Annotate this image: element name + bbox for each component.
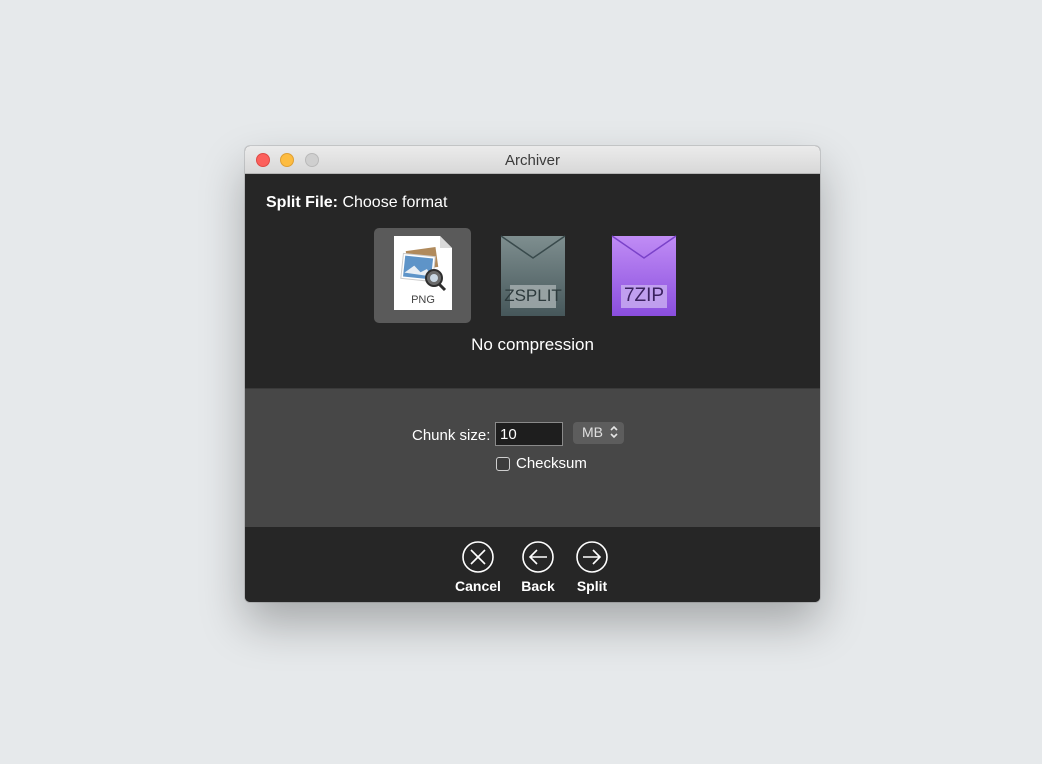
checksum-checkbox[interactable] xyxy=(496,457,510,471)
archiver-window: Archiver Split File: Choose format PNG Z… xyxy=(245,146,820,602)
forward-arrow-icon xyxy=(576,541,608,573)
format-label-7zip: 7ZIP xyxy=(623,285,665,306)
chunk-size-label: Chunk size: xyxy=(412,427,491,444)
format-option-7zip[interactable]: 7ZIP xyxy=(596,228,693,323)
png-file-icon xyxy=(394,236,452,310)
chunk-size-input[interactable] xyxy=(495,422,563,446)
cancel-button[interactable]: Cancel xyxy=(450,541,506,597)
checksum-label[interactable]: Checksum xyxy=(516,455,587,472)
page-title-text: Choose format xyxy=(342,194,448,211)
back-arrow-icon xyxy=(522,541,554,573)
back-button[interactable]: Back xyxy=(510,541,566,597)
page-title: Split File: Choose format xyxy=(266,194,447,212)
cancel-label: Cancel xyxy=(455,578,501,594)
format-option-png[interactable]: PNG xyxy=(374,228,471,323)
format-description: No compression xyxy=(471,335,594,354)
format-label-png: PNG xyxy=(411,294,435,306)
options-panel: Chunk size: MB Checksum xyxy=(245,388,820,527)
title-bar[interactable]: Archiver xyxy=(245,146,820,174)
split-button[interactable]: Split xyxy=(564,541,620,597)
page-title-prefix: Split File: xyxy=(266,194,338,211)
action-bar: Cancel Back Split xyxy=(245,527,820,602)
format-chooser-panel: Split File: Choose format PNG ZSPLIT 7ZI… xyxy=(245,174,820,388)
unit-select-value: MB xyxy=(582,424,603,440)
7zip-archive-icon xyxy=(611,235,677,316)
back-label: Back xyxy=(521,578,555,594)
chevron-up-down-icon xyxy=(610,425,618,439)
format-label-zsplit: ZSPLIT xyxy=(504,286,562,305)
window-title: Archiver xyxy=(504,152,560,169)
cancel-icon xyxy=(462,541,494,573)
format-option-zsplit[interactable]: ZSPLIT xyxy=(485,228,582,323)
split-label: Split xyxy=(576,578,608,594)
unit-select[interactable]: MB xyxy=(573,422,624,444)
zsplit-archive-icon xyxy=(500,235,566,316)
